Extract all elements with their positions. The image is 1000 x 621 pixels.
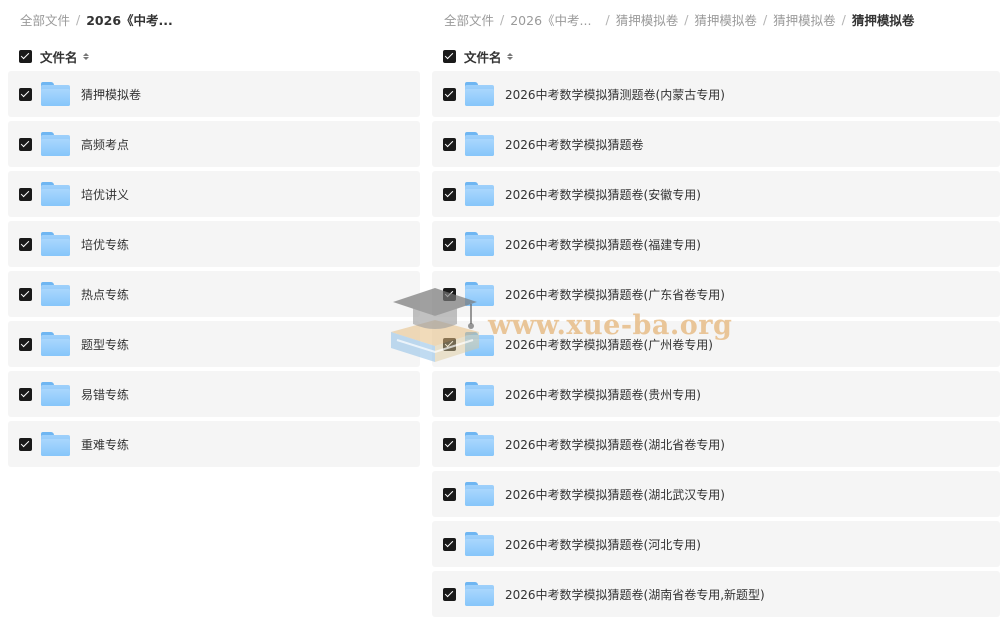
file-list: 猜押模拟卷 高频考点 培优讲义 培优专练 热点专练 题型专练 易错专练 重难专练: [8, 71, 420, 471]
row-checkbox[interactable]: [19, 137, 32, 151]
sort-icon[interactable]: [82, 52, 89, 60]
folder-name[interactable]: 题型专练: [81, 336, 129, 353]
folder-name[interactable]: 2026中考数学模拟猜题卷: [505, 136, 644, 153]
breadcrumb-separator: /: [76, 11, 81, 27]
folder-icon: [41, 282, 70, 306]
folder-name[interactable]: 2026中考数学模拟猜测题卷(内蒙古专用): [505, 86, 725, 103]
folder-icon: [465, 82, 494, 106]
row-checkbox[interactable]: [443, 587, 456, 601]
folder-icon: [41, 232, 70, 256]
folder-name[interactable]: 易错专练: [81, 386, 129, 403]
folder-name[interactable]: 2026中考数学模拟猜题卷(福建专用): [505, 236, 701, 253]
breadcrumb-item[interactable]: 猜押模拟卷: [773, 10, 836, 29]
row-checkbox[interactable]: [19, 187, 32, 201]
breadcrumb: 全部文件 / 2026《中考...: [20, 10, 173, 28]
breadcrumb-item-all-files[interactable]: 全部文件: [444, 10, 494, 29]
folder-icon: [465, 132, 494, 156]
list-item[interactable]: 2026中考数学模拟猜题卷(湖北武汉专用): [432, 471, 1000, 517]
folder-icon: [465, 532, 494, 556]
list-item[interactable]: 2026中考数学模拟猜题卷(安徽专用): [432, 171, 1000, 217]
list-item[interactable]: 2026中考数学模拟猜题卷(湖北省卷专用): [432, 421, 1000, 467]
list-item[interactable]: 题型专练: [8, 321, 420, 367]
list-item[interactable]: 2026中考数学模拟猜题卷(河北专用): [432, 521, 1000, 567]
folder-icon: [41, 132, 70, 156]
folder-icon: [41, 332, 70, 356]
breadcrumb-item-all-files[interactable]: 全部文件: [20, 10, 70, 29]
list-item[interactable]: 2026中考数学模拟猜题卷(湖南省卷专用,新题型): [432, 571, 1000, 617]
folder-icon: [465, 232, 494, 256]
folder-icon: [465, 582, 494, 606]
row-checkbox[interactable]: [19, 87, 32, 101]
breadcrumb-item[interactable]: 2026《中考...: [510, 10, 591, 29]
row-checkbox[interactable]: [443, 437, 456, 451]
list-item[interactable]: 2026中考数学模拟猜题卷: [432, 121, 1000, 167]
folder-name[interactable]: 热点专练: [81, 286, 129, 303]
breadcrumb-item[interactable]: 猜押模拟卷: [616, 10, 679, 29]
folder-name[interactable]: 2026中考数学模拟猜题卷(河北专用): [505, 536, 701, 553]
row-checkbox[interactable]: [19, 437, 32, 451]
breadcrumb-item-current: 2026《中考...: [86, 12, 173, 28]
breadcrumb-item-current: 猜押模拟卷: [851, 12, 915, 28]
watermark: www.xue-ba.org: [383, 280, 732, 380]
list-item[interactable]: 高频考点: [8, 121, 420, 167]
row-checkbox[interactable]: [19, 287, 32, 301]
list-item[interactable]: 培优讲义: [8, 171, 420, 217]
breadcrumb-item[interactable]: 猜押模拟卷: [694, 10, 757, 29]
row-checkbox[interactable]: [443, 387, 456, 401]
row-checkbox[interactable]: [443, 87, 456, 101]
folder-name[interactable]: 高频考点: [81, 136, 129, 153]
file-list-header: 文件名: [443, 47, 513, 65]
list-item[interactable]: 易错专练: [8, 371, 420, 417]
folder-icon: [465, 482, 494, 506]
list-item[interactable]: 热点专练: [8, 271, 420, 317]
row-checkbox[interactable]: [443, 137, 456, 151]
folder-name[interactable]: 培优讲义: [81, 186, 129, 203]
file-list-header: 文件名: [19, 47, 89, 65]
graduation-cap-icon: [391, 288, 479, 362]
breadcrumb-separator: /: [500, 11, 505, 27]
folder-icon: [41, 82, 70, 106]
row-checkbox[interactable]: [443, 537, 456, 551]
breadcrumb-separator: /: [684, 11, 689, 27]
folder-name[interactable]: 2026中考数学模拟猜题卷(贵州专用): [505, 386, 701, 403]
list-item[interactable]: 猜押模拟卷: [8, 71, 420, 117]
column-header-filename[interactable]: 文件名: [40, 47, 78, 66]
select-all-checkbox[interactable]: [19, 49, 32, 63]
folder-icon: [41, 432, 70, 456]
select-all-checkbox[interactable]: [443, 49, 456, 63]
row-checkbox[interactable]: [19, 387, 32, 401]
folder-icon: [465, 182, 494, 206]
row-checkbox[interactable]: [443, 187, 456, 201]
folder-icon: [465, 432, 494, 456]
watermark-text: www.xue-ba.org: [488, 310, 733, 341]
folder-name[interactable]: 猜押模拟卷: [81, 86, 141, 103]
folder-icon: [41, 182, 70, 206]
breadcrumb-separator: /: [605, 11, 610, 27]
breadcrumb: 全部文件 / 2026《中考... / 猜押模拟卷 / 猜押模拟卷 / 猜押模拟…: [444, 10, 914, 28]
folder-name[interactable]: 重难专练: [81, 436, 129, 453]
column-header-filename[interactable]: 文件名: [464, 47, 502, 66]
folder-name[interactable]: 2026中考数学模拟猜题卷(安徽专用): [505, 186, 701, 203]
breadcrumb-separator: /: [762, 11, 768, 27]
folder-name[interactable]: 2026中考数学模拟猜题卷(湖北武汉专用): [505, 486, 725, 503]
folder-icon: [41, 382, 70, 406]
folder-name[interactable]: 2026中考数学模拟猜题卷(湖南省卷专用,新题型): [505, 586, 765, 603]
list-item[interactable]: 培优专练: [8, 221, 420, 267]
row-checkbox[interactable]: [443, 487, 456, 501]
list-item[interactable]: 2026中考数学模拟猜题卷(福建专用): [432, 221, 1000, 267]
folder-icon: [465, 382, 494, 406]
row-checkbox[interactable]: [19, 337, 32, 351]
row-checkbox[interactable]: [19, 237, 32, 251]
list-item[interactable]: 重难专练: [8, 421, 420, 467]
breadcrumb-separator: /: [841, 11, 846, 27]
folder-name[interactable]: 2026中考数学模拟猜题卷(湖北省卷专用): [505, 436, 725, 453]
list-item[interactable]: 2026中考数学模拟猜测题卷(内蒙古专用): [432, 71, 1000, 117]
sort-icon[interactable]: [506, 52, 513, 60]
row-checkbox[interactable]: [443, 237, 456, 251]
folder-name[interactable]: 培优专练: [81, 236, 129, 253]
